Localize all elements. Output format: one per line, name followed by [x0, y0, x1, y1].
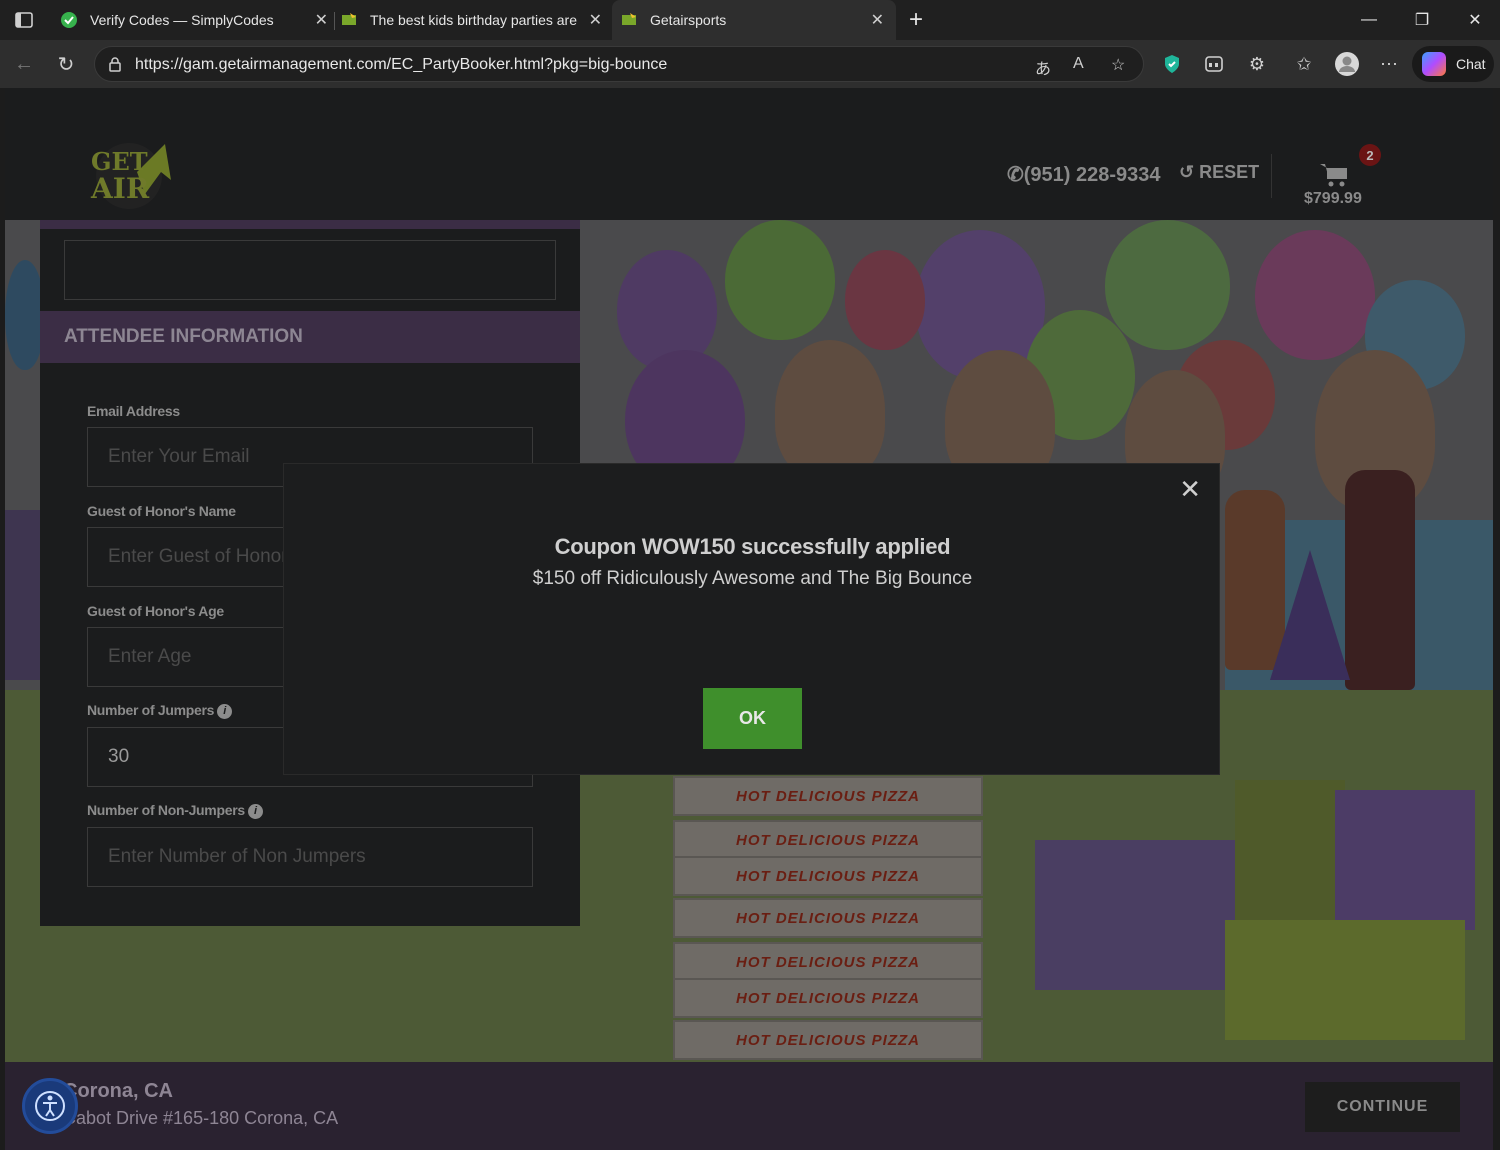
- balloon: [5, 260, 45, 370]
- reset-label: RESET: [1199, 162, 1260, 182]
- close-tab-icon[interactable]: ✕: [315, 10, 328, 30]
- tab-title: Getairsports: [650, 12, 727, 28]
- non-jumpers-label-row: Number of Non-Jumpers i: [87, 802, 263, 819]
- tab-divider: [334, 12, 335, 30]
- reset-button[interactable]: ↺ RESET: [1179, 162, 1259, 183]
- phone-link[interactable]: ✆(951) 228-9334: [1007, 162, 1161, 187]
- translate-icon[interactable]: あ: [1035, 55, 1051, 79]
- non-jumpers-field[interactable]: Enter Number of Non Jumpers: [87, 827, 533, 887]
- read-aloud-icon[interactable]: A: [1073, 55, 1084, 73]
- close-tab-icon[interactable]: ✕: [589, 10, 602, 30]
- info-icon[interactable]: i: [217, 704, 233, 719]
- soda-bottle: [1345, 470, 1415, 690]
- jumpers-value: 30: [108, 746, 130, 767]
- dialog-message: $150 off Ridiculously Awesome and The Bi…: [532, 568, 973, 589]
- address-bar[interactable]: https://gam.getairmanagement.com/EC_Part…: [94, 46, 1144, 82]
- email-label: Email Address: [87, 403, 180, 419]
- lock-icon: [107, 56, 123, 72]
- close-dialog-icon[interactable]: ✕: [1179, 474, 1201, 505]
- balloon: [845, 250, 925, 350]
- soda-bottle: [1225, 490, 1285, 670]
- browser-window: Verify Codes — SimplyCodes ✕ The best ki…: [0, 0, 1500, 1150]
- tab-strip: Verify Codes — SimplyCodes ✕ The best ki…: [0, 0, 1500, 40]
- gift-box: [5, 510, 45, 680]
- favorites-icon[interactable]: ✩: [1290, 50, 1318, 78]
- url-text: https://gam.getairmanagement.com/EC_Part…: [135, 56, 668, 73]
- extension-box-icon[interactable]: [1200, 50, 1228, 78]
- jumpers-label: Number of Jumpers: [87, 702, 215, 718]
- simplycodes-icon: [60, 11, 78, 29]
- copilot-chat-button[interactable]: Chat: [1412, 46, 1494, 82]
- close-window-icon[interactable]: ✕: [1450, 0, 1500, 40]
- gift-bag: [1235, 780, 1345, 930]
- child-photo: [775, 340, 885, 480]
- ok-button[interactable]: OK: [703, 688, 802, 749]
- pizza-box: HOT DELICIOUS PIZZA: [673, 898, 983, 938]
- getair-icon: [620, 11, 638, 29]
- pizza-box: HOT DELICIOUS PIZZA: [673, 776, 983, 816]
- non-jumpers-placeholder: Enter Number of Non Jumpers: [108, 846, 366, 867]
- coupon-applied-dialog: ✕ Coupon WOW150 successfully applied $15…: [283, 463, 1220, 775]
- balloon: [1255, 230, 1375, 360]
- tab-getairsports[interactable]: Getairsports ✕: [612, 0, 896, 40]
- pizza-box: HOT DELICIOUS PIZZA: [673, 1020, 983, 1060]
- phone-number: (951) 228-9334: [1023, 164, 1161, 186]
- gift-box: [1035, 840, 1235, 990]
- close-tab-icon[interactable]: ✕: [871, 10, 884, 30]
- profile-avatar[interactable]: [1333, 50, 1361, 78]
- getair-icon: [340, 11, 358, 29]
- email-placeholder: Enter Your Email: [108, 446, 250, 467]
- header-divider: [1271, 154, 1272, 198]
- cart-count-badge: 2: [1359, 144, 1381, 166]
- info-icon[interactable]: i: [247, 804, 263, 819]
- tab-birthday-parties[interactable]: The best kids birthday parties are ✕: [340, 0, 606, 40]
- pizza-box: HOT DELICIOUS PIZZA: [673, 820, 983, 860]
- logo-text-bottom: AIR: [90, 172, 150, 205]
- dialog-title: Coupon WOW150 successfully applied: [554, 534, 951, 559]
- gift-box: [1225, 920, 1465, 1040]
- more-options-icon[interactable]: ⋯: [1375, 50, 1403, 78]
- tab-title: Verify Codes — SimplyCodes: [90, 12, 274, 28]
- guest-name-label: Guest of Honor's Name: [87, 503, 236, 519]
- reset-icon: ↺: [1179, 162, 1195, 182]
- pizza-box: HOT DELICIOUS PIZZA: [673, 942, 983, 982]
- navigation-bar: ← ↻ https://gam.getairmanagement.com/EC_…: [0, 40, 1500, 88]
- guest-age-label: Guest of Honor's Age: [87, 603, 224, 619]
- cart-total: $799.99: [1304, 190, 1362, 207]
- refresh-icon[interactable]: ↻: [52, 50, 80, 78]
- previous-field[interactable]: [64, 240, 556, 300]
- shopping-cart-icon: [1319, 162, 1349, 193]
- balloon: [725, 220, 835, 340]
- new-tab-icon[interactable]: +: [896, 0, 936, 40]
- shield-extension-icon[interactable]: [1158, 50, 1186, 78]
- tab-title: The best kids birthday parties are: [370, 12, 577, 28]
- panel-top-strip: [40, 220, 580, 229]
- location-address: Cabot Drive #165-180 Corona, CA: [63, 1108, 339, 1128]
- tab-actions-icon[interactable]: [10, 6, 38, 34]
- jumpers-label-row: Number of Jumpers i: [87, 702, 233, 719]
- favorite-star-icon[interactable]: ☆: [1111, 55, 1125, 75]
- non-jumpers-label: Number of Non-Jumpers: [87, 802, 245, 818]
- guest-age-placeholder: Enter Age: [108, 646, 192, 667]
- gift-box: [1335, 790, 1475, 930]
- pizza-box: HOT DELICIOUS PIZZA: [673, 856, 983, 896]
- copilot-icon: [1422, 52, 1446, 76]
- accessibility-icon[interactable]: [22, 1078, 78, 1134]
- pizza-box: HOT DELICIOUS PIZZA: [673, 978, 983, 1018]
- site-header: GET AIR ✆(951) 228-9334 ↺ RESET $799.99 …: [5, 88, 1493, 220]
- continue-button[interactable]: CONTINUE: [1305, 1082, 1460, 1132]
- minimize-icon[interactable]: —: [1344, 0, 1394, 40]
- balloon: [1105, 220, 1230, 350]
- tab-simplycodes[interactable]: Verify Codes — SimplyCodes ✕: [60, 0, 328, 40]
- getair-logo[interactable]: GET AIR: [87, 138, 179, 210]
- section-title: ATTENDEE INFORMATION: [40, 311, 580, 363]
- extensions-puzzle-icon[interactable]: ⚙: [1243, 50, 1271, 78]
- phone-icon: ✆: [1007, 164, 1024, 186]
- chat-label: Chat: [1456, 56, 1486, 72]
- location-city: Corona, CA: [63, 1080, 173, 1102]
- cart-button[interactable]: $799.99: [1301, 162, 1371, 212]
- location-footer: Corona, CA Cabot Drive #165-180 Corona, …: [5, 1062, 1493, 1150]
- restore-icon[interactable]: ❐: [1397, 0, 1447, 40]
- back-icon[interactable]: ←: [10, 50, 38, 78]
